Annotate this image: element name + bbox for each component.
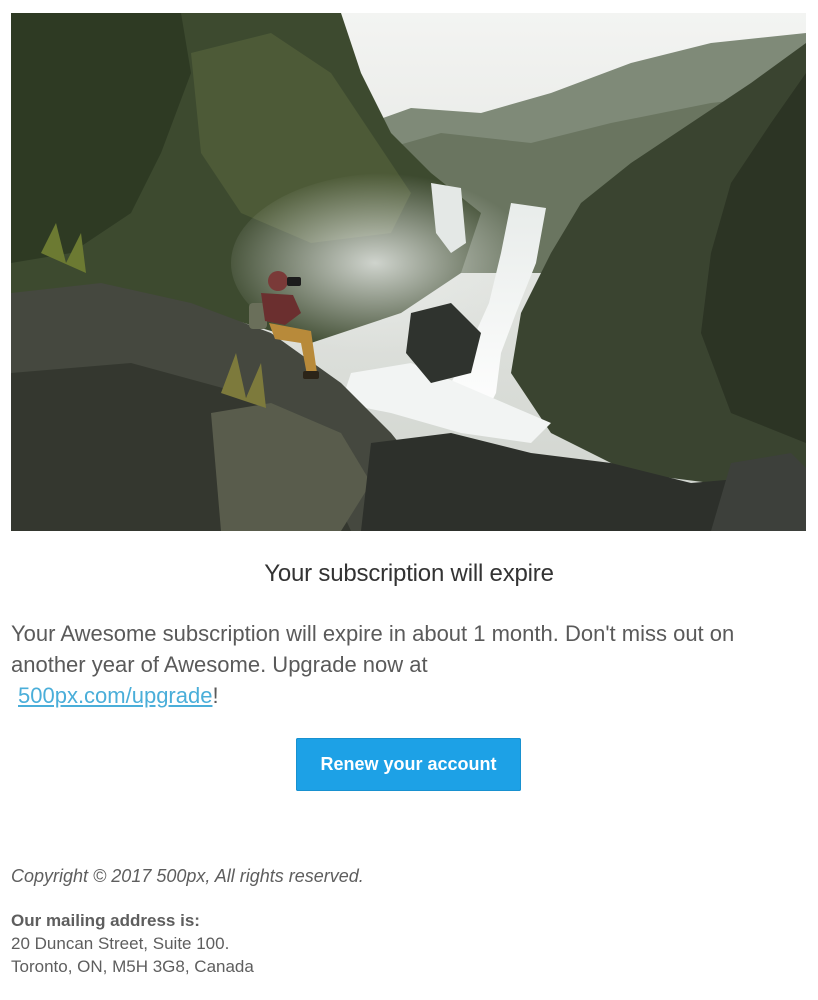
hero-image bbox=[11, 13, 806, 531]
renew-account-button[interactable]: Renew your account bbox=[296, 738, 521, 791]
address-line-1: 20 Duncan Street, Suite 100. bbox=[11, 934, 230, 953]
upgrade-link[interactable]: 500px.com/upgrade bbox=[18, 683, 212, 708]
waterfall-illustration bbox=[11, 13, 806, 531]
mailing-address: Our mailing address is: 20 Duncan Street… bbox=[11, 909, 254, 978]
message-paragraph: Your Awesome subscription will expire in… bbox=[11, 618, 806, 711]
email-headline: Your subscription will expire bbox=[264, 560, 554, 587]
mailing-label: Our mailing address is: bbox=[11, 911, 200, 930]
message-suffix: ! bbox=[212, 683, 219, 708]
copyright-text: Copyright © 2017 500px, All rights reser… bbox=[11, 866, 364, 886]
message-text: Your Awesome subscription will expire in… bbox=[11, 621, 735, 677]
address-line-2: Toronto, ON, M5H 3G8, Canada bbox=[11, 957, 254, 976]
